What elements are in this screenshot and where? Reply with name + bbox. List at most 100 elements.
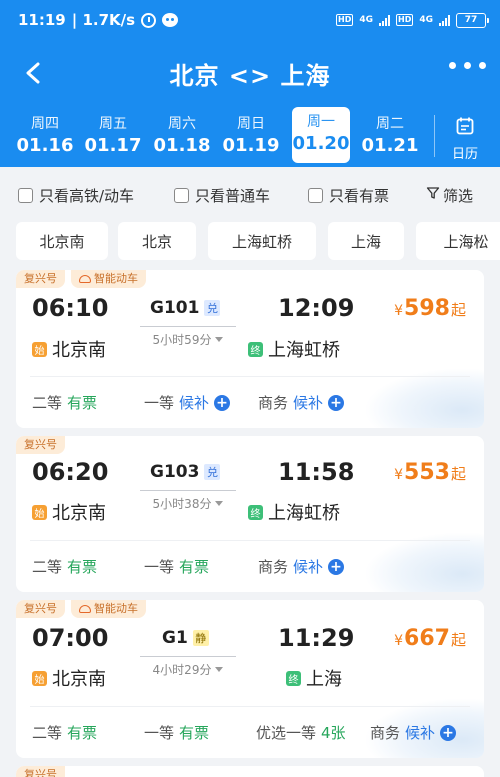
status-bar: 11:19 | 1.7K/s HD 4G HD 4G 77 [0, 0, 500, 40]
seat-first-class: 一等 有票 [144, 558, 210, 576]
chevron-down-icon [215, 667, 224, 672]
seat-business-class[interactable]: 商务 候补 + [370, 722, 457, 743]
fuxing-tag: 复兴号 [16, 766, 65, 777]
duration[interactable]: 5小时59分 [140, 326, 236, 348]
start-station-badge: 始 [32, 341, 47, 357]
wechat-icon [162, 13, 179, 27]
seat-business-class[interactable]: 商务 候补 + [258, 392, 345, 413]
seat-second-class: 二等 有票 [32, 558, 98, 576]
train-number: G103 兑 [150, 462, 221, 482]
train-card[interactable]: 复兴号 智能动车 07:00 G1 静 4小时29分 11:29 始北京南 终上海… [16, 600, 484, 758]
calendar-button[interactable]: 日历 [442, 113, 488, 163]
signal-icon [379, 14, 390, 26]
train-card[interactable]: 复兴号 06:20 G103 兑 5小时38分 11:58 始北京南 终上海虹桥 … [16, 436, 484, 592]
station-chip[interactable]: 北京南 [16, 222, 108, 260]
seat-second-class: 二等 有票 [32, 724, 98, 742]
date-strip: 周四 01.16 周五 01.17 周六 01.18 周日 01.19 周一 01.20 … [0, 107, 500, 165]
filter-available-only[interactable]: 只看有票 [308, 185, 389, 206]
price: ¥598 起 [394, 296, 466, 321]
divider [30, 376, 470, 377]
plus-icon: + [328, 558, 345, 575]
quiet-car-badge: 静 [192, 630, 209, 646]
checkbox[interactable] [174, 187, 189, 203]
chevron-down-icon [215, 337, 224, 342]
battery-icon: 77 [456, 12, 489, 28]
start-station-badge: 始 [32, 670, 47, 686]
date-item[interactable]: 周二 01.21 [361, 109, 419, 163]
filter-button[interactable]: 筛选 [426, 185, 473, 206]
decorative-wave [364, 532, 484, 592]
hd-icon: HD [396, 14, 414, 26]
end-station-badge: 终 [286, 670, 301, 686]
arrival-station: 终上海虹桥 [248, 499, 340, 525]
train-card[interactable]: 复兴号 智能动车 06:10 G101 兑 5小时59分 12:09 始北京南 终… [16, 270, 484, 428]
fuxing-tag: 复兴号 [16, 436, 65, 454]
exchange-badge: 兑 [204, 300, 221, 316]
decorative-wave [364, 368, 484, 428]
price: ¥667 起 [394, 626, 466, 651]
station-chip[interactable]: 北京 [118, 222, 196, 260]
plus-icon: + [328, 394, 345, 411]
calendar-label: 日历 [451, 147, 478, 162]
chevron-left-icon [26, 62, 40, 84]
calendar-icon [456, 117, 474, 135]
smart-train-tag: 智能动车 [71, 270, 146, 288]
plus-icon: + [440, 724, 457, 741]
page-title: 北京 <> 上海 [169, 61, 331, 90]
train-number: G101 兑 [150, 298, 221, 318]
duration[interactable]: 5小时38分 [140, 490, 236, 512]
filter-normal-train[interactable]: 只看普通车 [174, 185, 270, 206]
network-label-1: 4G [359, 15, 373, 25]
nav-bar: 北京 <> 上海 [0, 48, 500, 98]
divider [30, 540, 470, 541]
more-button[interactable] [449, 62, 486, 69]
seat-first-class[interactable]: 一等 候补 + [144, 392, 231, 413]
fuxing-tag: 复兴号 [16, 600, 65, 618]
plus-icon: + [214, 394, 231, 411]
status-time: 11:19 [18, 11, 66, 29]
departure-time: 06:10 [32, 294, 109, 322]
smart-train-tag: 智能动车 [71, 600, 146, 618]
train-icon [79, 605, 91, 613]
arrival-station: 终上海虹桥 [248, 336, 340, 362]
train-card[interactable]: 复兴号 [16, 766, 484, 777]
duration[interactable]: 4小时29分 [140, 656, 236, 678]
checkbox[interactable] [308, 187, 323, 203]
date-item[interactable]: 周五 01.17 [84, 109, 142, 163]
network-label-2: 4G [419, 15, 433, 25]
arrival-station: 终上海 [286, 665, 342, 691]
end-station-badge: 终 [248, 341, 263, 357]
price: ¥553 起 [394, 460, 466, 485]
seat-business-class[interactable]: 商务 候补 + [258, 556, 345, 577]
departure-time: 07:00 [32, 624, 109, 652]
departure-station: 始北京南 [32, 336, 106, 362]
date-item[interactable]: 周四 01.16 [16, 109, 74, 163]
date-item-selected[interactable]: 周一 01.20 [292, 107, 350, 163]
station-chip[interactable]: 上海虹桥 [208, 222, 316, 260]
chevron-down-icon [215, 501, 224, 506]
hd-icon: HD [336, 14, 354, 26]
arrival-time: 11:29 [278, 624, 355, 652]
status-speed: | 1.7K/s [71, 11, 136, 29]
back-button[interactable] [18, 58, 48, 88]
exchange-badge: 兑 [204, 464, 221, 480]
date-item[interactable]: 周六 01.18 [153, 109, 211, 163]
funnel-icon [426, 186, 440, 204]
train-icon [79, 275, 91, 283]
date-item[interactable]: 周日 01.19 [222, 109, 280, 163]
header: 11:19 | 1.7K/s HD 4G HD 4G 77 北京 <> 上海 周… [0, 0, 500, 167]
filter-high-speed[interactable]: 只看高铁/动车 [18, 185, 134, 206]
seat-first-class: 一等 有票 [144, 724, 210, 742]
departure-time: 06:20 [32, 458, 109, 486]
fuxing-tag: 复兴号 [16, 270, 65, 288]
start-station-badge: 始 [32, 504, 47, 520]
arrival-time: 11:58 [278, 458, 355, 486]
departure-station: 始北京南 [32, 499, 106, 525]
station-chip[interactable]: 上海 [328, 222, 404, 260]
station-chip[interactable]: 上海松 [416, 222, 500, 260]
divider [434, 115, 435, 157]
filter-bar: 只看高铁/动车 只看普通车 只看有票 筛选 [0, 175, 500, 215]
end-station-badge: 终 [248, 504, 263, 520]
signal-icon [439, 14, 450, 26]
checkbox[interactable] [18, 187, 33, 203]
